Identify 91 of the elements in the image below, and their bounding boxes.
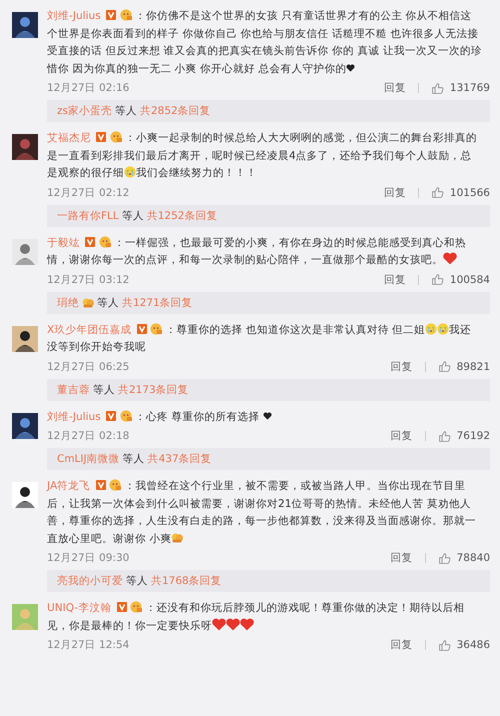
reply-count[interactable]: 共437条回复 <box>148 452 212 466</box>
reply-button[interactable]: 回复 <box>390 429 413 443</box>
reply-suffix: 等人 <box>126 574 148 588</box>
heart-icon <box>443 252 457 265</box>
comment-time: 12月27日 12:54 <box>47 638 130 652</box>
reply-user-name[interactable]: 琄绝 <box>57 296 79 310</box>
comment-text: X玖少年团伍嘉成 ：尊重你的选择 也知道你这次是非常认真对待 但二姐 我还没等到你开始夸我呢 <box>47 322 472 355</box>
reply-button[interactable]: 回复 <box>384 81 406 95</box>
reply-suffix: 等人 <box>122 208 144 222</box>
verified-icon <box>106 410 116 420</box>
like-count: 78840 <box>456 552 490 564</box>
hug-icon <box>171 532 184 544</box>
fan-badge-icon <box>98 236 111 248</box>
reply-button[interactable]: 回复 <box>390 360 413 374</box>
replies-bar[interactable]: zs家小蛋壳 等人 共2852条回复 <box>47 100 490 122</box>
reply-count[interactable]: 共1271条回复 <box>122 296 193 310</box>
reply-button[interactable]: 回复 <box>384 272 406 286</box>
reply-suffix: 等人 <box>93 382 115 396</box>
comment-text: 于毅竑 ：一样倔强，也最最可爱的小爽，有你在身边的时候总能感受到真心和热情，谢谢你每一次的点评，和每一次录制的贴心陪伴，一直做那个最酷的女孩吧。 <box>47 234 468 268</box>
thumbs-up-icon[interactable] <box>430 82 444 94</box>
fan-badge-icon <box>120 410 132 422</box>
comment-time: 12月27日 06:25 <box>47 360 130 374</box>
comment-time: 12月27日 02:18 <box>47 429 130 443</box>
heart-icon <box>226 618 240 630</box>
reply-user-name[interactable]: zs家小蛋壳 <box>57 104 112 118</box>
user-name[interactable]: UNIQ-李汶翰 <box>47 602 112 614</box>
user-name[interactable]: 艾福杰尼 <box>47 132 91 144</box>
comment-text: 刘维-Julius ：心疼 尊重你的所有选择 <box>47 408 490 426</box>
reply-user-name[interactable]: 亮我的小可爱 <box>57 574 123 588</box>
verified-icon <box>116 602 127 612</box>
thumbs-up-icon[interactable] <box>438 360 451 373</box>
comment-text: JA符龙飞 ：我曾经在这个行业里，被不需要，或被当路人甲。当你出现在节目里后，让我第一次体会到什么叫被需要，谢谢你对21位哥哥的热情。未经他人苦 莫劝他人善，尊重你的选择，人生没有白走的路，每一步他都算数，没来得及当面感谢你。那就一直放心里吧。谢谢你 小爽 <box>47 478 477 546</box>
thumbs-up-icon[interactable] <box>438 552 451 564</box>
verified-icon <box>136 324 147 334</box>
user-name[interactable]: JA符龙飞 <box>47 480 90 492</box>
verified-icon <box>96 132 106 142</box>
fan-badge-icon <box>130 601 142 613</box>
reply-button[interactable]: 回复 <box>390 638 413 652</box>
user-name[interactable]: 刘维-Julius <box>47 10 101 22</box>
user-name[interactable]: X玖少年团伍嘉成 <box>47 324 132 336</box>
heart-icon <box>262 412 272 420</box>
fan-badge-icon <box>108 479 121 491</box>
heart-icon <box>346 64 356 72</box>
comment-time: 12月27日 03:12 <box>47 272 130 286</box>
thumbs-up-icon[interactable] <box>438 638 451 652</box>
heart-icon <box>240 618 254 630</box>
reply-suffix: 等人 <box>97 296 119 310</box>
hug-icon <box>82 296 94 308</box>
reply-count[interactable]: 共2852条回复 <box>140 104 211 118</box>
verified-icon <box>106 10 116 20</box>
reply-count[interactable]: 共2173条回复 <box>118 382 189 396</box>
reply-user-name[interactable]: 一路有你FLL <box>57 208 119 222</box>
replies-bar[interactable]: 董吉蓉 等人 共2173条回复 <box>47 378 490 400</box>
like-count: 89821 <box>456 360 490 372</box>
fan-badge-icon <box>120 9 132 21</box>
like-count: 76192 <box>456 430 490 442</box>
fan-badge-icon <box>150 322 162 334</box>
reply-count[interactable]: 共1768条回复 <box>151 574 222 588</box>
comment-time: 12月27日 02:16 <box>47 81 130 95</box>
like-count: 101566 <box>450 186 490 198</box>
comment-time: 12月27日 02:12 <box>47 186 130 200</box>
replies-bar[interactable]: 亮我的小可爱 等人 共1768条回复 <box>47 570 490 592</box>
reply-user-name[interactable]: 董吉蓉 <box>57 382 90 396</box>
comment-text: UNIQ-李汶翰 ：还没有和你玩后脖颈儿的游戏呢！尊重你做的决定！期待以后相见，你是最棒的！你一定要快乐呀 <box>47 600 466 634</box>
comment-text: 艾福杰尼 ：小爽一起录制的时候总给人大大咧咧的感觉，但公演二的舞台彩排真的是一直看到彩排我们最后才离开，呢时候已经凌晨4点多了，还给予我们每个人鼓励，总是观察的很仔细 我们会继续努力的！！！ <box>47 130 478 181</box>
verified-icon <box>96 480 106 490</box>
replies-bar[interactable]: CmLIJ南微微 等人 共437条回复 <box>47 448 490 470</box>
thumbs-up-icon[interactable] <box>430 186 444 199</box>
comment-text: 刘维-Julius ：你仿佛不是这个世界的女孩 只有童话世界才有的公主 你从不相信这个世界是你表面看到的样子 你做你自己 你也给与朋友信任 话糙理不糙 也许很多人无法接受直接的话 但反过来想 谁又会真的把真实在镜头前告诉你 你的 真诚 让我一次又一次的珍惜你 因为你真的独一无二 小爽 你开心就好 总会有人守护你的 <box>47 8 483 76</box>
crying-face-icon <box>425 322 438 334</box>
reply-suffix: 等人 <box>122 452 145 466</box>
like-count: 131769 <box>450 82 490 94</box>
fan-badge-icon <box>110 131 122 143</box>
thumbs-up-icon[interactable] <box>438 430 451 442</box>
reply-button[interactable]: 回复 <box>390 551 413 565</box>
like-count: 36486 <box>456 639 490 651</box>
crying-face-icon <box>124 166 136 178</box>
replies-bar[interactable]: 一路有你FLL 等人 共1252条回复 <box>47 204 490 226</box>
reply-user-name[interactable]: CmLIJ南微微 <box>57 452 120 466</box>
user-name[interactable]: 于毅竑 <box>47 236 80 248</box>
verified-icon <box>85 236 96 246</box>
thumbs-up-icon[interactable] <box>430 273 444 286</box>
user-name[interactable]: 刘维-Julius <box>47 410 101 422</box>
replies-bar[interactable]: 琄绝 等人 共1271条回复 <box>47 292 490 314</box>
reply-button[interactable]: 回复 <box>384 186 406 200</box>
heart-icon <box>212 618 226 630</box>
reply-count[interactable]: 共1252条回复 <box>146 208 218 222</box>
reply-suffix: 等人 <box>114 104 137 118</box>
crying-face-icon <box>437 322 450 334</box>
comment-time: 12月27日 09:30 <box>47 551 130 565</box>
like-count: 100584 <box>450 274 490 286</box>
